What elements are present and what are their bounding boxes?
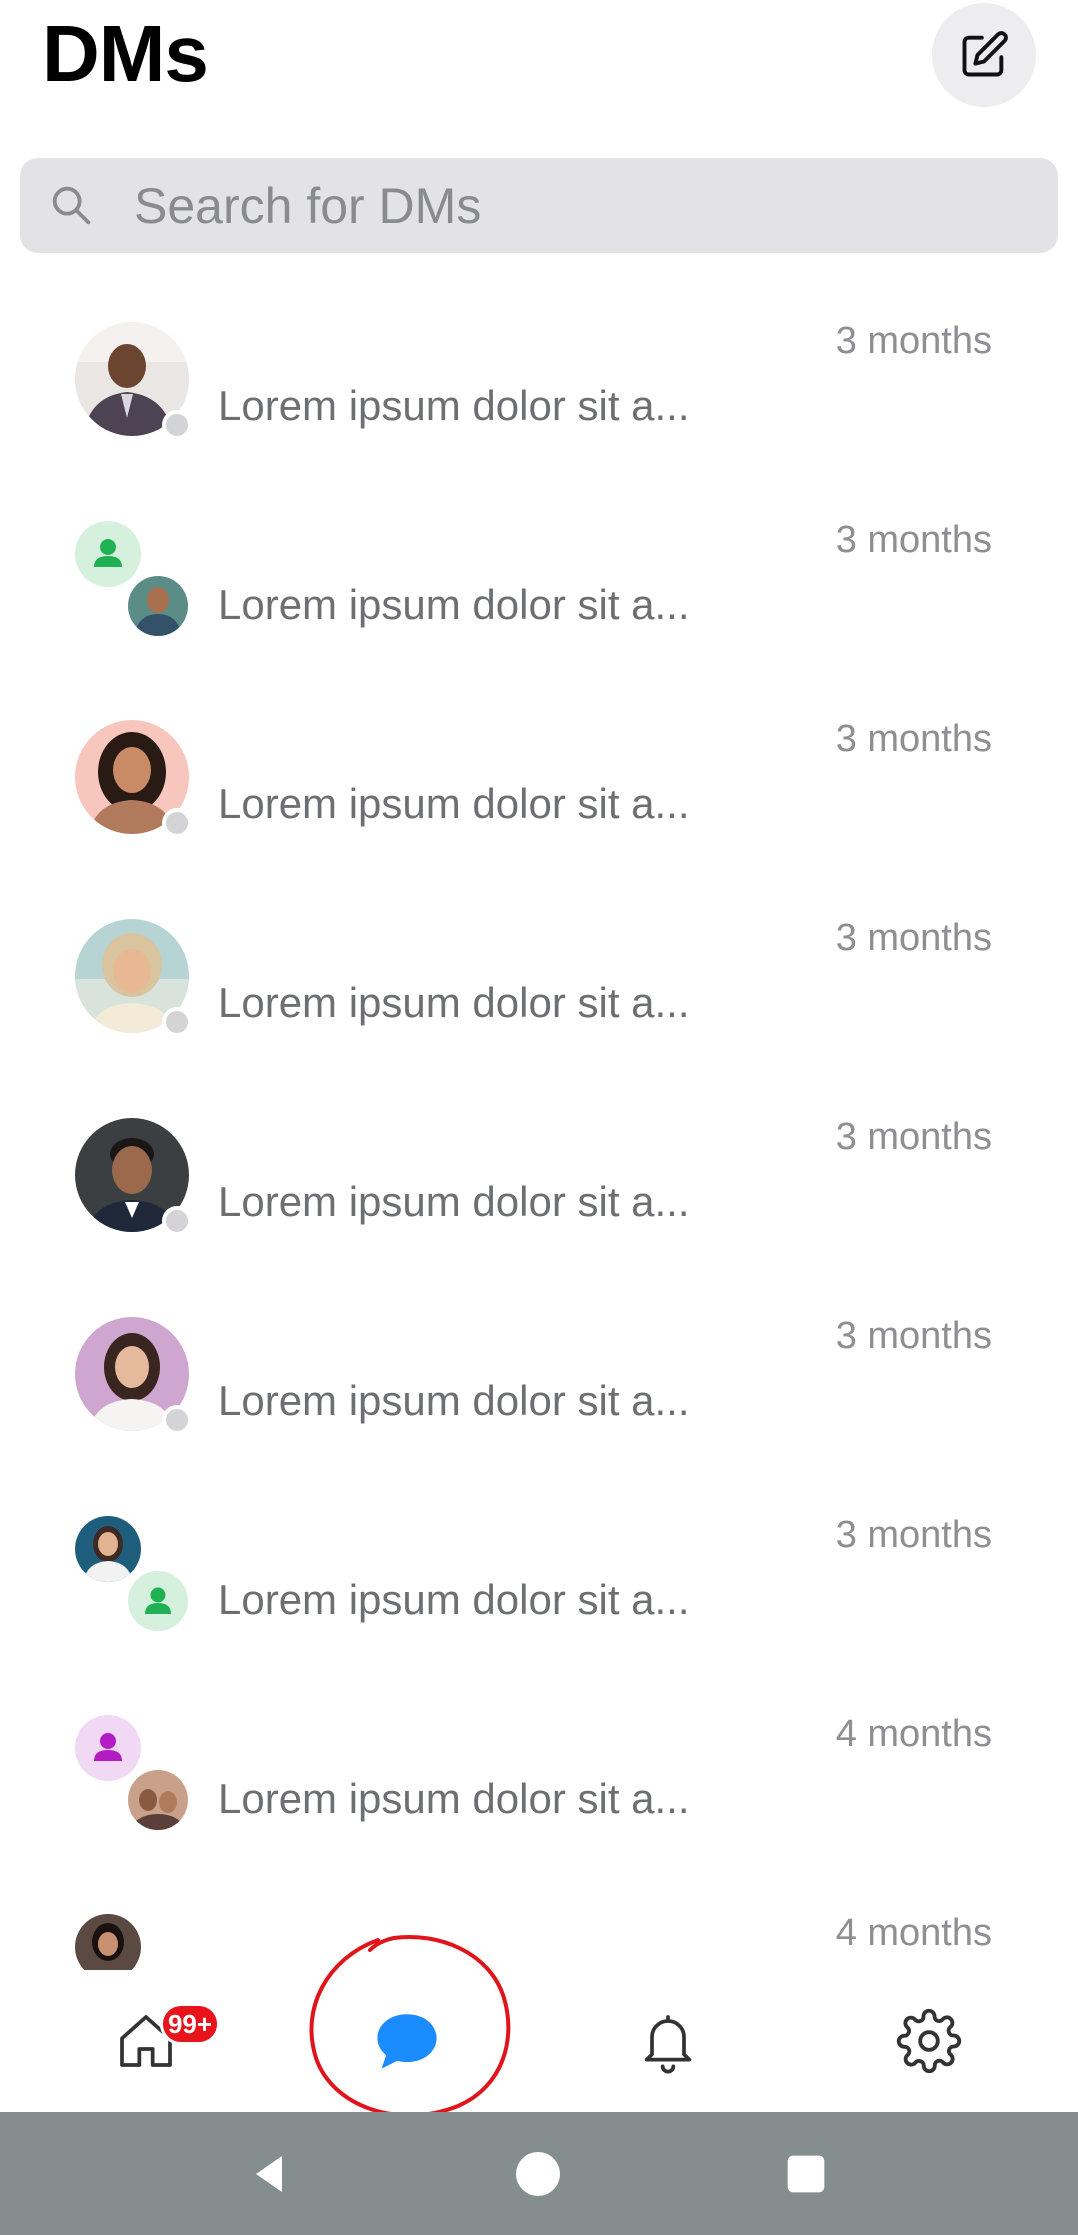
header: DMs	[0, 0, 1078, 150]
dm-list-item[interactable]: 4 months Lorem ipsum dolor sit a...	[0, 1663, 1078, 1862]
dm-list-item[interactable]: 3 months Lorem ipsum dolor sit a...	[0, 270, 1078, 469]
dm-time: 3 months	[835, 1315, 992, 1357]
dm-time: 3 months	[835, 917, 992, 959]
group-member-avatar	[75, 1516, 141, 1582]
person-icon	[94, 539, 122, 567]
person-icon	[145, 1587, 171, 1614]
dm-time: 3 months	[835, 1514, 992, 1556]
dm-time: 3 months	[835, 320, 992, 362]
dm-preview: Lorem ipsum dolor sit a...	[218, 382, 690, 429]
nav-notifications[interactable]	[588, 1970, 748, 2112]
nav-messages[interactable]	[327, 1970, 487, 2112]
presence-indicator	[162, 808, 192, 838]
recents-icon	[787, 2155, 825, 2192]
gear-icon	[896, 2008, 962, 2074]
page-title: DMs	[42, 9, 209, 98]
home-circle-icon	[516, 2151, 560, 2196]
dm-preview: Lorem ipsum dolor sit a...	[218, 581, 690, 628]
bottom-nav	[0, 1970, 1078, 2112]
dm-time: 4 months	[835, 1912, 992, 1954]
back-icon	[256, 2155, 282, 2192]
search-input[interactable]	[134, 158, 1034, 253]
system-recents-button[interactable]	[746, 2112, 866, 2235]
dm-list-item[interactable]: 3 months Lorem ipsum dolor sit a...	[0, 668, 1078, 867]
compose-icon	[962, 31, 1008, 77]
group-member-avatar	[125, 573, 191, 639]
dm-time: 3 months	[835, 519, 992, 561]
dm-preview: Lorem ipsum dolor sit a...	[218, 979, 690, 1026]
avatar	[75, 1914, 141, 1970]
person-icon	[94, 1733, 122, 1761]
system-home-button[interactable]	[478, 2112, 598, 2235]
system-back-button[interactable]	[210, 2112, 330, 2235]
chat-bubble-icon	[377, 2014, 437, 2069]
dms-screen: DMs Search for DMs 3 months Lorem ipsum …	[0, 0, 1078, 2235]
dm-time: 3 months	[835, 718, 992, 760]
presence-indicator	[162, 1206, 192, 1236]
dm-time: 4 months	[835, 1713, 992, 1755]
dm-list-item[interactable]: 4 months	[0, 1862, 1078, 1970]
group-member-avatar	[75, 1715, 141, 1781]
dm-preview: Lorem ipsum dolor sit a...	[218, 1377, 690, 1424]
dm-preview: Lorem ipsum dolor sit a...	[218, 1178, 690, 1225]
search-icon	[52, 186, 91, 225]
dm-list-item[interactable]: 3 months Lorem ipsum dolor sit a...	[0, 469, 1078, 668]
system-nav-bar	[0, 2112, 1078, 2235]
dm-time: 3 months	[835, 1116, 992, 1158]
compose-button[interactable]	[932, 3, 1036, 107]
group-member-avatar	[125, 1767, 191, 1833]
dm-preview: Lorem ipsum dolor sit a...	[218, 1576, 690, 1623]
presence-indicator	[162, 1007, 192, 1037]
dm-preview: Lorem ipsum dolor sit a...	[218, 1775, 690, 1822]
presence-indicator	[162, 1405, 192, 1435]
notification-badge: 99+	[160, 2003, 220, 2045]
dm-list-item[interactable]: 3 months Lorem ipsum dolor sit a...	[0, 867, 1078, 1066]
nav-settings[interactable]	[849, 1970, 1009, 2112]
dm-list[interactable]: 3 months Lorem ipsum dolor sit a... 3 mo…	[0, 270, 1078, 1970]
dm-list-item[interactable]: 3 months Lorem ipsum dolor sit a...	[0, 1464, 1078, 1663]
dm-preview: Lorem ipsum dolor sit a...	[218, 780, 690, 827]
search-bar[interactable]	[20, 158, 1058, 253]
group-member-avatar	[75, 521, 141, 587]
bell-icon	[644, 2015, 692, 2074]
group-member-avatar	[125, 1568, 191, 1634]
dm-list-item[interactable]: 3 months Lorem ipsum dolor sit a...	[0, 1066, 1078, 1265]
presence-indicator	[162, 410, 192, 440]
dm-list-item[interactable]: 3 months Lorem ipsum dolor sit a...	[0, 1265, 1078, 1464]
